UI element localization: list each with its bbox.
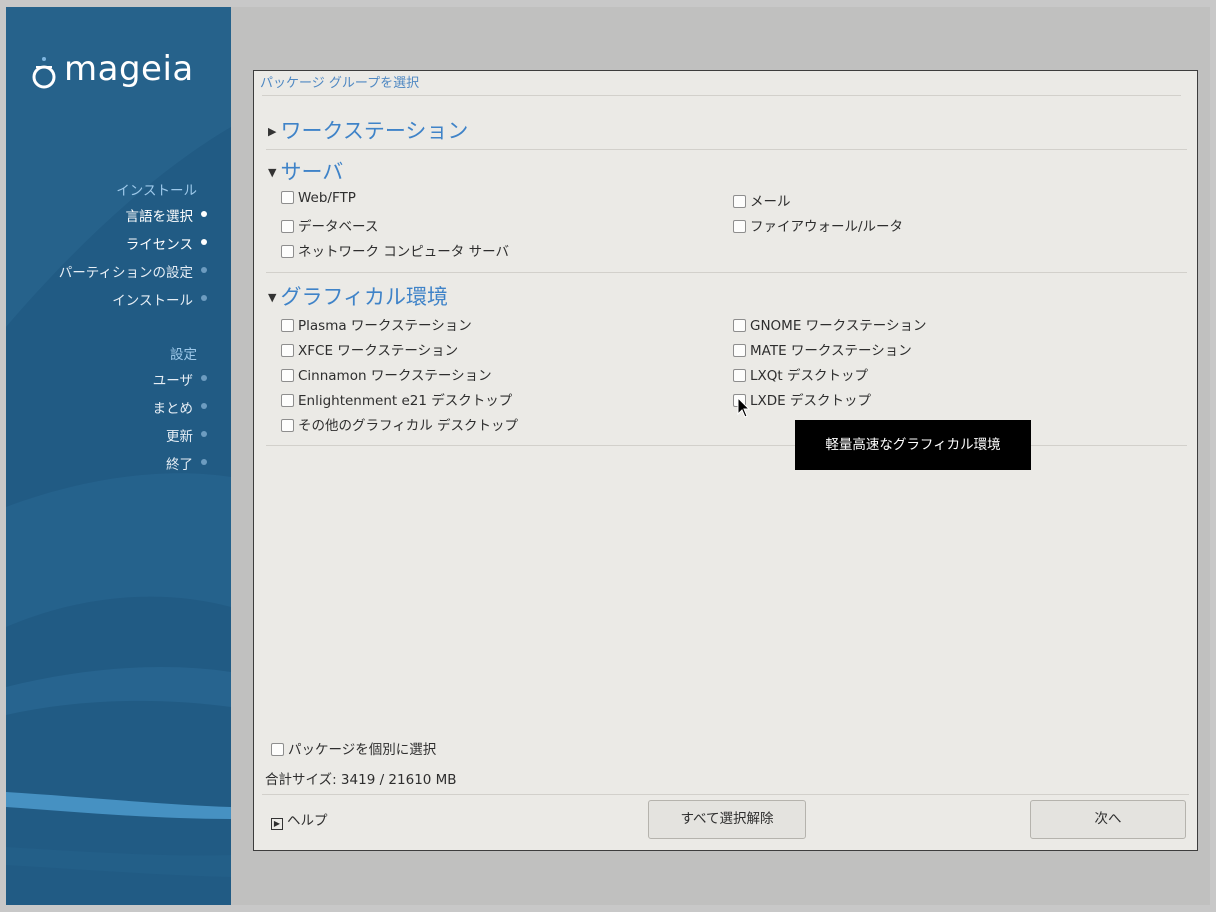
mouse-cursor-icon: [737, 397, 751, 418]
divider: [266, 445, 1187, 446]
checkbox[interactable]: [281, 369, 294, 382]
sidebar-section-install: インストール: [116, 183, 197, 199]
group-workstation-toggle[interactable]: ▶ ワークステーション: [268, 115, 468, 145]
step-pending-indicator: [201, 459, 207, 465]
step-pending-indicator: [201, 295, 207, 301]
option-plasma[interactable]: Plasma ワークステーション: [281, 314, 472, 334]
option-individual-package-selection[interactable]: パッケージを個別に選択: [271, 738, 436, 758]
checkbox[interactable]: [281, 394, 294, 407]
collapse-arrow-icon: ▼: [268, 166, 277, 179]
checkbox[interactable]: [733, 369, 746, 382]
checkbox[interactable]: [281, 220, 294, 233]
deselect-all-button[interactable]: すべて選択解除: [648, 800, 806, 839]
checkbox[interactable]: [281, 319, 294, 332]
mageia-logo: mageia: [30, 35, 230, 95]
option-xfce[interactable]: XFCE ワークステーション: [281, 339, 458, 359]
option-enlightenment[interactable]: Enlightenment e21 デスクトップ: [281, 389, 512, 409]
step-pending-indicator: [201, 403, 207, 409]
mageia-logo-icon: [32, 57, 56, 89]
checkbox[interactable]: [281, 191, 294, 204]
help-button[interactable]: ▶ ヘルプ: [271, 809, 328, 830]
sidebar-item-updates: 更新: [166, 429, 193, 445]
expand-arrow-icon: ▶: [268, 125, 277, 138]
total-size: 合計サイズ: 3419 / 21610 MB: [265, 772, 457, 788]
sidebar-section-settings: 設定: [170, 347, 197, 363]
option-mail[interactable]: メール: [733, 190, 791, 210]
option-mate[interactable]: MATE ワークステーション: [733, 339, 912, 359]
step-done-indicator: [201, 211, 207, 217]
option-lxqt[interactable]: LXQt デスクトップ: [733, 364, 868, 384]
group-graphical-toggle[interactable]: ▼ グラフィカル環境: [268, 281, 448, 311]
checkbox[interactable]: [281, 245, 294, 258]
play-arrow-icon: ▶: [271, 818, 283, 830]
next-button[interactable]: 次へ: [1030, 800, 1186, 839]
collapse-arrow-icon: ▼: [268, 291, 277, 304]
checkbox[interactable]: [733, 220, 746, 233]
divider: [266, 272, 1187, 273]
checkbox[interactable]: [733, 319, 746, 332]
sidebar-item-summary: まとめ: [152, 401, 194, 417]
sidebar-item-language: 言語を選択: [125, 209, 194, 225]
step-pending-indicator: [201, 431, 207, 437]
option-firewall-router[interactable]: ファイアウォール/ルータ: [733, 215, 903, 235]
step-done-indicator: [201, 239, 207, 245]
checkbox[interactable]: [733, 344, 746, 357]
divider: [262, 95, 1181, 96]
option-cinnamon[interactable]: Cinnamon ワークステーション: [281, 364, 492, 384]
group-graphical-title: グラフィカル環境: [280, 285, 449, 309]
option-lxde[interactable]: LXDE デスクトップ: [733, 389, 871, 409]
group-server-toggle[interactable]: ▼ サーバ: [268, 156, 343, 186]
sidebar-wave-decoration: [6, 7, 231, 877]
sidebar-item-finish: 終了: [166, 457, 193, 473]
tooltip: 軽量高速なグラフィカル環境: [795, 420, 1031, 470]
group-workstation-title: ワークステーション: [280, 119, 469, 143]
sidebar-item-partitioning: パーティションの設定: [58, 265, 193, 281]
divider: [262, 794, 1189, 795]
step-pending-indicator: [201, 267, 207, 273]
divider: [266, 149, 1187, 150]
sidebar-item-installation: インストール: [112, 293, 193, 309]
sidebar-item-license: ライセンス: [125, 237, 193, 253]
option-web-ftp[interactable]: Web/FTP: [281, 190, 356, 206]
checkbox[interactable]: [281, 419, 294, 432]
sidebar: mageia インストール 言語を選択 ライセンス パーティションの設定 インス…: [6, 7, 231, 905]
step-pending-indicator: [201, 375, 207, 381]
brand-name: mageia: [64, 49, 194, 89]
checkbox[interactable]: [733, 195, 746, 208]
option-database[interactable]: データベース: [281, 215, 378, 235]
option-network-server[interactable]: ネットワーク コンピュータ サーバ: [281, 240, 509, 260]
package-group-panel: [253, 70, 1198, 851]
sidebar-item-user: ユーザ: [152, 373, 193, 389]
option-other-desktops[interactable]: その他のグラフィカル デスクトップ: [281, 414, 518, 434]
group-server-title: サーバ: [280, 160, 344, 184]
checkbox[interactable]: [281, 344, 294, 357]
panel-title: パッケージ グループを選択: [260, 76, 420, 91]
checkbox[interactable]: [271, 743, 284, 756]
option-gnome[interactable]: GNOME ワークステーション: [733, 314, 926, 334]
